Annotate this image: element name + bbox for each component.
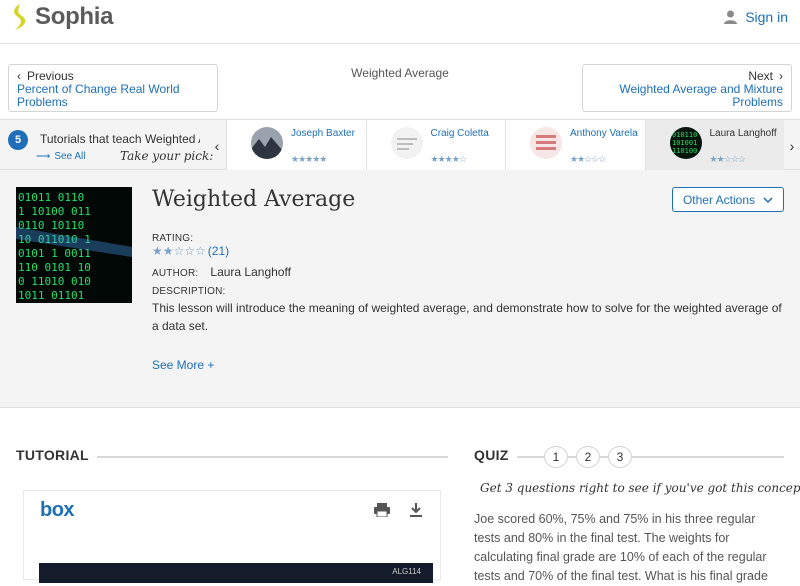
top-bar: Sophia Sign in <box>0 0 800 44</box>
tutorial-thumbnail <box>390 127 423 159</box>
chevron-down-icon <box>763 196 773 203</box>
quiz-subtitle: Get 3 questions right to see if you've g… <box>480 481 800 495</box>
tutorial-rating: ★★☆☆☆ <box>709 154 746 164</box>
svg-text:1 10100 011: 1 10100 011 <box>18 205 91 218</box>
tutorial-author-name: Laura Langhoff <box>709 128 777 139</box>
previous-lesson-button[interactable]: ‹ Previous Percent of Change Real World … <box>8 64 218 112</box>
next-label: Next <box>748 69 773 83</box>
tutorial-thumbnail <box>530 127 562 159</box>
carousel-prev-icon[interactable]: ‹ <box>211 138 223 154</box>
chevron-right-icon: › <box>779 69 783 83</box>
quiz-question-1[interactable]: 1 <box>544 446 568 468</box>
tutorial-author-name: Joseph Baxter <box>291 128 355 139</box>
author-name: Laura Langhoff <box>210 265 291 279</box>
tutorial-rating: ★★★★☆ <box>430 154 467 164</box>
tutorial-divider <box>97 456 448 458</box>
document-page: ALG114 <box>39 563 433 583</box>
tutorial-thumbnail: 010110 101001 110100 <box>669 127 702 159</box>
sophia-logo[interactable]: Sophia <box>10 3 114 31</box>
other-actions-label: Other Actions <box>682 192 756 207</box>
lesson-thumbnail: 01011 0110 1 10100 011 0110 10110 10 011… <box>16 187 132 303</box>
quiz-heading: QUIZ <box>474 447 517 463</box>
brand-name: Sophia <box>35 3 114 30</box>
see-more-link[interactable]: See More + <box>152 358 214 372</box>
author-label: AUTHOR: <box>152 268 199 279</box>
carousel-next-icon[interactable]: › <box>786 138 798 154</box>
next-lesson-button[interactable]: Next › Weighted Average and Mixture Prob… <box>582 64 792 112</box>
svg-text:010110: 010110 <box>672 131 697 139</box>
tutorial-card-anthony-varela[interactable]: Anthony Varela ★★☆☆☆ <box>505 120 645 170</box>
tutorial-rating: ★★★★★ <box>291 154 327 164</box>
quiz-question-3[interactable]: 3 <box>608 446 632 468</box>
tutorials-label: Tutorials that teach Weighted Average <box>40 132 200 146</box>
download-icon[interactable] <box>409 503 423 521</box>
quiz-question-2[interactable]: 2 <box>576 446 600 468</box>
tutorial-author-name: Craig Coletta <box>430 128 489 139</box>
tutorial-heading: TUTORIAL <box>16 447 89 463</box>
svg-text:1011 01101: 1011 01101 <box>18 289 84 302</box>
svg-text:01011 0110: 01011 0110 <box>18 191 84 204</box>
lesson-details: 01011 0110 1 10100 011 0110 10110 10 011… <box>0 170 800 408</box>
svg-text:0101 1 0011: 0101 1 0011 <box>18 247 91 260</box>
tutorial-thumbnail <box>251 127 283 159</box>
rating-stars: ★★☆☆☆ <box>152 244 206 258</box>
tutorial-cards: Joseph Baxter ★★★★★ Craig Coletta ★★★★☆ … <box>226 120 784 170</box>
author-row: AUTHOR: Laura Langhoff <box>152 265 291 279</box>
take-your-pick-label: Take your pick: <box>120 149 214 163</box>
box-logo: box <box>40 499 75 521</box>
svg-text:0 11010 010: 0 11010 010 <box>18 275 91 288</box>
sign-in-label: Sign in <box>745 9 788 25</box>
previous-label: Previous <box>27 69 74 83</box>
description-label: DESCRIPTION: <box>152 286 226 297</box>
tutorials-bar: 5 Tutorials that teach Weighted Average … <box>0 119 800 170</box>
tutorial-card-laura-langhoff[interactable]: 010110 101001 110100 Laura Langhoff ★★☆☆☆ <box>644 120 784 170</box>
arrow-right-icon: ⟶ <box>36 151 51 162</box>
document-viewer: box ALG114 <box>23 490 441 583</box>
svg-text:110100: 110100 <box>672 147 697 155</box>
previous-lesson-title: Percent of Change Real World Problems <box>17 82 180 109</box>
print-icon[interactable] <box>374 503 390 520</box>
other-actions-dropdown[interactable]: Other Actions <box>672 187 784 212</box>
tutorial-rating: ★★☆☆☆ <box>570 154 606 164</box>
rating-count: (21) <box>207 244 230 258</box>
chevron-left-icon: ‹ <box>17 69 21 83</box>
document-label: ALG114 <box>392 567 421 576</box>
see-all-link[interactable]: ⟶ See All <box>36 151 85 162</box>
tutorial-card-craig-coletta[interactable]: Craig Coletta ★★★★☆ <box>365 120 505 170</box>
svg-text:101001: 101001 <box>672 139 697 147</box>
quiz-question-nav: 1 2 3 <box>544 446 632 468</box>
user-icon <box>724 10 738 24</box>
lesson-title: Weighted Average <box>152 187 356 212</box>
tutorial-author-name: Anthony Varela <box>570 128 638 139</box>
svg-text:110 0101 10: 110 0101 10 <box>18 261 91 274</box>
tutorial-card-joseph-baxter[interactable]: Joseph Baxter ★★★★★ <box>226 120 366 170</box>
lesson-navigation: ‹ Previous Percent of Change Real World … <box>0 44 800 119</box>
rating-label: RATING: <box>152 233 194 244</box>
next-lesson-title: Weighted Average and Mixture Problems <box>619 82 783 109</box>
sophia-logo-icon <box>14 4 26 30</box>
sign-in-link[interactable]: Sign in <box>724 9 788 25</box>
lesson-description: This lesson will introduce the meaning o… <box>152 301 782 333</box>
quiz-question-text: Joe scored 60%, 75% and 75% in his three… <box>474 512 768 583</box>
current-lesson-title: Weighted Average <box>351 66 449 80</box>
tutorial-count-badge: 5 <box>8 130 28 150</box>
lesson-rating[interactable]: ★★☆☆☆ (21) <box>152 244 229 258</box>
